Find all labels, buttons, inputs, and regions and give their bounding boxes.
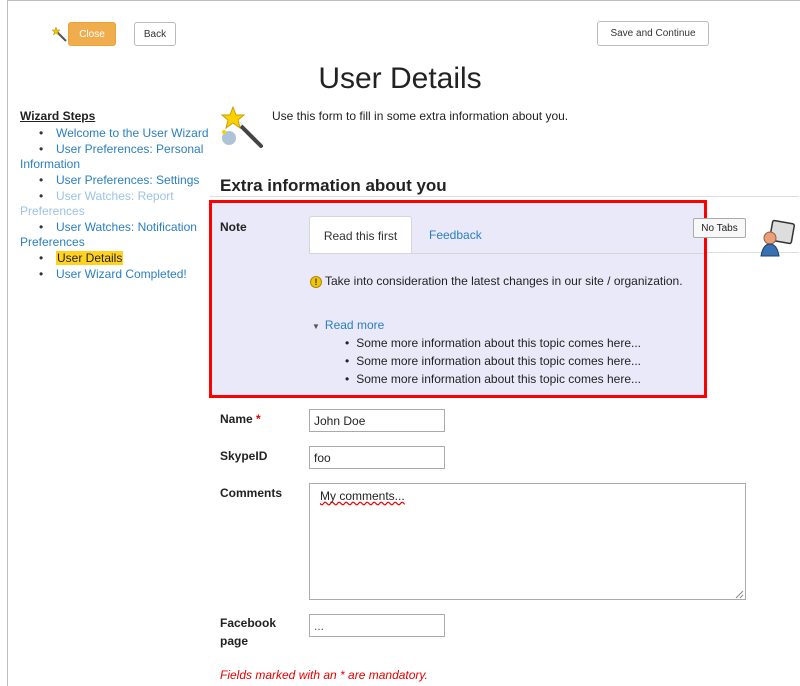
no-tabs-button[interactable]: No Tabs bbox=[693, 218, 746, 238]
close-button[interactable]: Close bbox=[68, 22, 116, 46]
wizard-step-label[interactable]: User Preferences: Settings bbox=[56, 173, 199, 187]
wizard-step-label[interactable]: User Watches: Notification bbox=[56, 220, 197, 234]
save-and-continue-button[interactable]: Save and Continue bbox=[597, 21, 709, 46]
comments-textarea[interactable]: My comments... bbox=[309, 483, 746, 600]
triangle-down-icon: ▼ bbox=[312, 322, 320, 331]
mandatory-note: Fields marked with an * are mandatory. bbox=[220, 668, 428, 682]
name-label: Name * bbox=[220, 412, 261, 426]
wizard-step[interactable]: • User Preferences: Settings bbox=[20, 173, 220, 188]
wizard-wand-icon bbox=[221, 106, 263, 148]
warning-icon: ! bbox=[310, 276, 322, 288]
wizard-step[interactable]: • User Watches: Notification Preferences bbox=[20, 220, 220, 250]
intro-text: Use this form to fill in some extra info… bbox=[272, 109, 569, 123]
wizard-step-label[interactable]: Welcome to the User Wizard bbox=[56, 126, 209, 140]
facebook-label: Facebook page bbox=[220, 616, 277, 648]
wizard-step-label-cont[interactable]: Information bbox=[20, 157, 220, 172]
section-divider bbox=[210, 196, 799, 197]
resize-grip-icon[interactable] bbox=[735, 590, 744, 599]
wizard-steps-list: • Welcome to the User Wizard • User Prefer… bbox=[20, 126, 220, 283]
user-icon bbox=[760, 219, 795, 257]
wizard-step-label[interactable]: User Wizard Completed! bbox=[56, 267, 187, 281]
list-item: Some more information about this topic c… bbox=[345, 370, 641, 388]
required-mark: * bbox=[256, 412, 261, 426]
wizard-step[interactable]: • User Wizard Completed! bbox=[20, 267, 220, 282]
wizard-step-label: User Details bbox=[56, 251, 124, 265]
wizard-step[interactable]: • User Watches: Report Preferences bbox=[20, 189, 220, 219]
note-label: Note bbox=[220, 220, 247, 234]
frame-top-border bbox=[7, 0, 800, 1]
frame-left-border bbox=[7, 0, 8, 686]
skype-input[interactable] bbox=[309, 446, 445, 469]
facebook-input[interactable] bbox=[309, 614, 445, 637]
comments-value: My comments... bbox=[320, 489, 405, 503]
wizard-step-label[interactable]: User Watches: Report bbox=[56, 189, 174, 203]
wizard-step-label[interactable]: User Preferences: Personal bbox=[56, 142, 203, 156]
read-more-label[interactable]: Read more bbox=[325, 318, 384, 332]
name-input[interactable] bbox=[309, 409, 445, 432]
list-item: Some more information about this topic c… bbox=[345, 334, 641, 352]
skype-label: SkypeID bbox=[220, 449, 268, 463]
list-item: Some more information about this topic c… bbox=[345, 352, 641, 370]
more-info-list: Some more information about this topic c… bbox=[345, 334, 641, 388]
tab-feedback[interactable]: Feedback bbox=[429, 216, 509, 254]
wizard-step-label-cont[interactable]: Preferences bbox=[20, 204, 220, 219]
section-title: Extra information about you bbox=[220, 176, 447, 195]
wizard-step[interactable]: • User Preferences: Personal Information bbox=[20, 142, 220, 172]
warning-text: Take into consideration the latest chang… bbox=[325, 274, 683, 288]
comments-label: Comments bbox=[220, 486, 283, 500]
page-title: User Details bbox=[318, 62, 482, 95]
wizard-step-current: • User Details bbox=[39, 251, 124, 265]
magic-wand-icon bbox=[52, 27, 67, 42]
tab-read-this-first[interactable]: Read this first bbox=[309, 216, 412, 254]
read-more-toggle[interactable]: ▼ Read more bbox=[312, 318, 384, 332]
wizard-step-label-cont[interactable]: Preferences bbox=[20, 235, 220, 250]
wizard-step[interactable]: • Welcome to the User Wizard bbox=[20, 126, 220, 141]
back-button[interactable]: Back bbox=[134, 22, 176, 46]
tabs-underline bbox=[309, 253, 704, 254]
wizard-steps-title: Wizard Steps bbox=[20, 109, 96, 123]
